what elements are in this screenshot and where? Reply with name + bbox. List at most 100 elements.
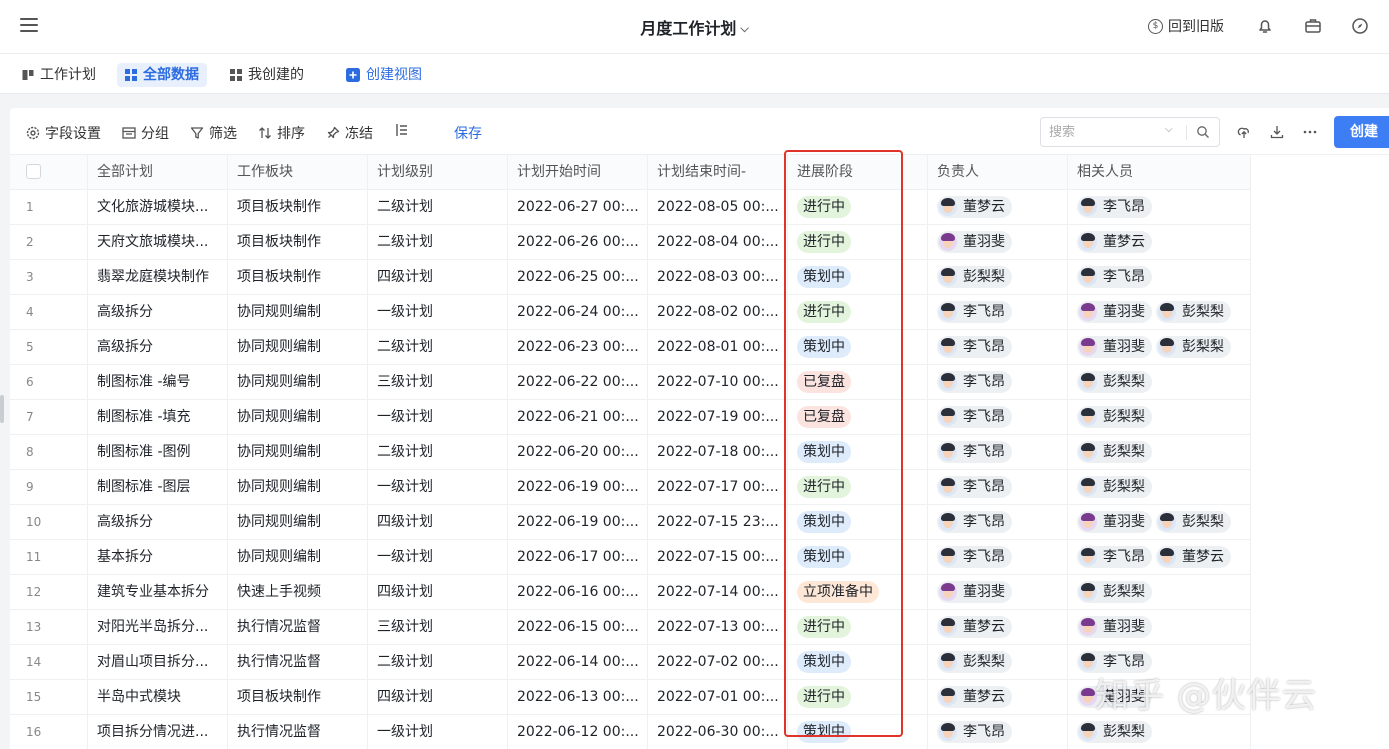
table-row[interactable]: 3 翡翠龙庭模块制作 项目板块制作 四级计划 2022-06-25 00:... 2022…	[10, 260, 1251, 295]
filter-button[interactable]: 筛选	[190, 123, 237, 143]
end-time-cell[interactable]: 2022-07-02 00:...	[648, 645, 788, 680]
level-cell[interactable]: 二级计划	[368, 225, 508, 260]
create-view-button[interactable]: 创建视图	[338, 63, 430, 87]
end-time-cell[interactable]: 2022-08-02 00:...	[648, 295, 788, 330]
table-row[interactable]: 11 基本拆分 协同规则编制 一级计划 2022-06-17 00:... 2022-07…	[10, 540, 1251, 575]
board-cell[interactable]: 执行情况监督	[228, 610, 368, 645]
related-cell[interactable]: 董羽斐	[1068, 610, 1251, 645]
plan-cell[interactable]: 制图标准 -填充	[88, 400, 228, 435]
chevron-down-icon[interactable]: ⌵	[740, 22, 748, 36]
table-row[interactable]: 14 对眉山项目拆分... 执行情况监督 二级计划 2022-06-14 00:... 2…	[10, 645, 1251, 680]
owner-cell[interactable]: 李飞昂	[928, 435, 1068, 470]
select-all-checkbox[interactable]	[26, 164, 41, 179]
stage-cell[interactable]: 策划中	[788, 540, 928, 575]
stage-cell[interactable]: 进行中	[788, 470, 928, 505]
end-time-cell[interactable]: 2022-07-14 00:...	[648, 575, 788, 610]
sort-button[interactable]: 排序	[258, 123, 305, 143]
board-cell[interactable]: 协同规则编制	[228, 400, 368, 435]
board-cell[interactable]: 项目板块制作	[228, 190, 368, 225]
owner-cell[interactable]: 董羽斐	[928, 575, 1068, 610]
start-time-cell[interactable]: 2022-06-19 00:...	[508, 470, 648, 505]
stage-cell[interactable]: 已复盘	[788, 365, 928, 400]
column-header[interactable]: 计划开始时间	[508, 155, 648, 190]
stage-cell[interactable]: 策划中	[788, 435, 928, 470]
tab-all-data[interactable]: 全部数据	[117, 63, 207, 87]
plan-cell[interactable]: 制图标准 -图层	[88, 470, 228, 505]
table-row[interactable]: 16 项目拆分情况进... 执行情况监督 一级计划 2022-06-12 00:... 2…	[10, 715, 1251, 749]
board-cell[interactable]: 协同规则编制	[228, 470, 368, 505]
end-time-cell[interactable]: 2022-07-18 00:...	[648, 435, 788, 470]
save-button[interactable]: 保存	[454, 123, 482, 143]
table-row[interactable]: 6 制图标准 -编号 协同规则编制 三级计划 2022-06-22 00:... 2022…	[10, 365, 1251, 400]
level-cell[interactable]: 一级计划	[368, 540, 508, 575]
plan-cell[interactable]: 文化旅游城模块...	[88, 190, 228, 225]
related-cell[interactable]: 董羽斐 彭梨梨	[1068, 505, 1251, 540]
plan-cell[interactable]: 项目拆分情况进...	[88, 715, 228, 749]
stage-cell[interactable]: 进行中	[788, 680, 928, 715]
level-cell[interactable]: 一级计划	[368, 400, 508, 435]
column-header[interactable]: 工作板块	[228, 155, 368, 190]
briefcase-icon[interactable]	[1304, 17, 1322, 35]
end-time-cell[interactable]: 2022-07-17 00:...	[648, 470, 788, 505]
level-cell[interactable]: 三级计划	[368, 365, 508, 400]
owner-cell[interactable]: 李飞昂	[928, 505, 1068, 540]
level-cell[interactable]: 四级计划	[368, 505, 508, 540]
level-cell[interactable]: 二级计划	[368, 435, 508, 470]
level-cell[interactable]: 二级计划	[368, 330, 508, 365]
start-time-cell[interactable]: 2022-06-17 00:...	[508, 540, 648, 575]
end-time-cell[interactable]: 2022-07-13 00:...	[648, 610, 788, 645]
level-cell[interactable]: 一级计划	[368, 470, 508, 505]
level-cell[interactable]: 四级计划	[368, 575, 508, 610]
column-header[interactable]: 全部计划	[88, 155, 228, 190]
table-row[interactable]: 5 高级拆分 协同规则编制 二级计划 2022-06-23 00:... 2022-08-…	[10, 330, 1251, 365]
bell-icon[interactable]	[1256, 17, 1274, 35]
end-time-cell[interactable]: 2022-07-15 00:...	[648, 540, 788, 575]
related-cell[interactable]: 彭梨梨	[1068, 365, 1251, 400]
plan-cell[interactable]: 建筑专业基本拆分	[88, 575, 228, 610]
table-row[interactable]: 1 文化旅游城模块... 项目板块制作 二级计划 2022-06-27 00:... 20…	[10, 190, 1251, 225]
table-row[interactable]: 9 制图标准 -图层 协同规则编制 一级计划 2022-06-19 00:... 2022…	[10, 470, 1251, 505]
end-time-cell[interactable]: 2022-06-30 00:...	[648, 715, 788, 749]
tab-work-plan[interactable]: 工作计划	[14, 63, 104, 87]
table-row[interactable]: 2 天府文旅城模块... 项目板块制作 二级计划 2022-06-26 00:... 20…	[10, 225, 1251, 260]
end-time-cell[interactable]: 2022-08-04 00:...	[648, 225, 788, 260]
plan-cell[interactable]: 翡翠龙庭模块制作	[88, 260, 228, 295]
related-cell[interactable]: 彭梨梨	[1068, 575, 1251, 610]
plan-cell[interactable]: 制图标准 -编号	[88, 365, 228, 400]
stage-cell[interactable]: 已复盘	[788, 400, 928, 435]
plan-cell[interactable]: 天府文旅城模块...	[88, 225, 228, 260]
stage-cell[interactable]: 进行中	[788, 225, 928, 260]
related-cell[interactable]: 李飞昂	[1068, 260, 1251, 295]
end-time-cell[interactable]: 2022-07-10 00:...	[648, 365, 788, 400]
group-button[interactable]: 分组	[122, 123, 169, 143]
row-height-button[interactable]	[395, 123, 414, 137]
plan-cell[interactable]: 高级拆分	[88, 295, 228, 330]
owner-cell[interactable]: 李飞昂	[928, 715, 1068, 749]
start-time-cell[interactable]: 2022-06-15 00:...	[508, 610, 648, 645]
stage-cell[interactable]: 策划中	[788, 330, 928, 365]
download-icon[interactable]	[1269, 124, 1285, 140]
column-header[interactable]: 计划级别	[368, 155, 508, 190]
related-cell[interactable]: 李飞昂	[1068, 190, 1251, 225]
related-cell[interactable]: 彭梨梨	[1068, 435, 1251, 470]
start-time-cell[interactable]: 2022-06-24 00:...	[508, 295, 648, 330]
table-row[interactable]: 4 高级拆分 协同规则编制 一级计划 2022-06-24 00:... 2022-08-…	[10, 295, 1251, 330]
start-time-cell[interactable]: 2022-06-20 00:...	[508, 435, 648, 470]
board-cell[interactable]: 协同规则编制	[228, 540, 368, 575]
end-time-cell[interactable]: 2022-08-03 00:...	[648, 260, 788, 295]
create-button[interactable]: 创建	[1334, 116, 1389, 148]
stage-cell[interactable]: 进行中	[788, 295, 928, 330]
board-cell[interactable]: 协同规则编制	[228, 505, 368, 540]
related-cell[interactable]: 李飞昂 董梦云	[1068, 540, 1251, 575]
start-time-cell[interactable]: 2022-06-27 00:...	[508, 190, 648, 225]
level-cell[interactable]: 一级计划	[368, 715, 508, 749]
table-row[interactable]: 15 半岛中式模块 项目板块制作 四级计划 2022-06-13 00:... 2022-…	[10, 680, 1251, 715]
freeze-button[interactable]: 冻结	[326, 123, 373, 143]
start-time-cell[interactable]: 2022-06-12 00:...	[508, 715, 648, 749]
column-header[interactable]: 相关人员	[1068, 155, 1251, 190]
end-time-cell[interactable]: 2022-07-19 00:...	[648, 400, 788, 435]
table-row[interactable]: 12 建筑专业基本拆分 快速上手视频 四级计划 2022-06-16 00:... 202…	[10, 575, 1251, 610]
board-cell[interactable]: 执行情况监督	[228, 645, 368, 680]
end-time-cell[interactable]: 2022-08-05 00:...	[648, 190, 788, 225]
table-row[interactable]: 10 高级拆分 协同规则编制 四级计划 2022-06-19 00:... 2022-07…	[10, 505, 1251, 540]
